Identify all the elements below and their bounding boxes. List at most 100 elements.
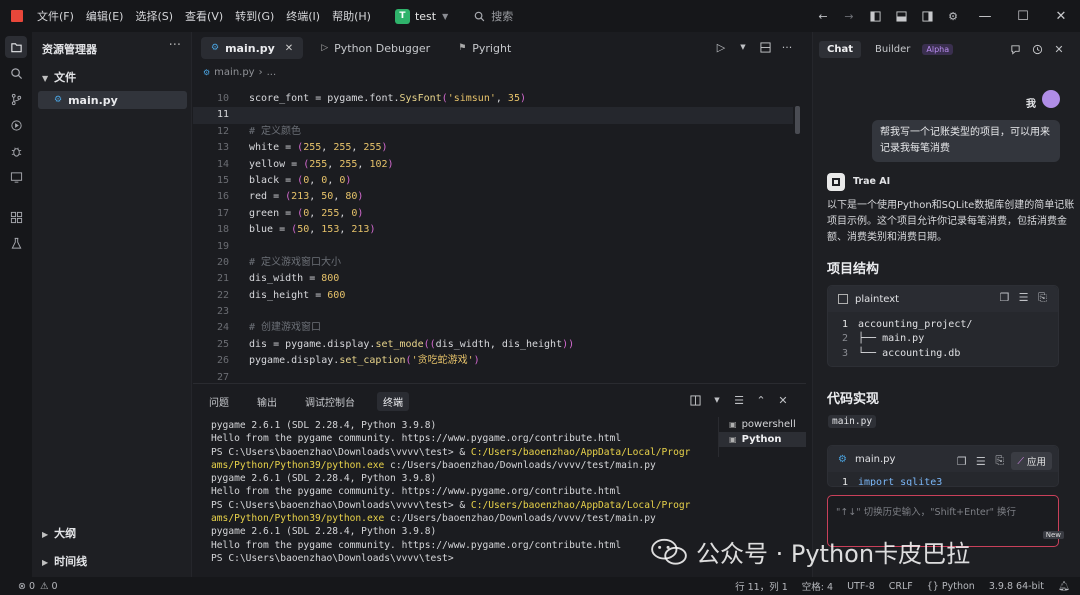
bug-icon[interactable] bbox=[5, 140, 27, 162]
files-section-header[interactable]: ▼ 文件 bbox=[42, 69, 76, 85]
editor-tab[interactable]: ▷ Python Debugger bbox=[311, 37, 440, 59]
code-line[interactable]: 11 bbox=[193, 107, 793, 124]
terminal-output[interactable]: pygame 2.6.1 (SDL 2.28.4, Python 3.9.8) H… bbox=[211, 419, 721, 574]
problems-indicator[interactable]: ⊗ 0 ⚠ 0 bbox=[18, 581, 58, 592]
more-icon[interactable]: ··· bbox=[781, 41, 793, 54]
timeline-section-header[interactable]: ▶ 时间线 bbox=[42, 553, 87, 569]
panel-tab[interactable]: 问题 bbox=[203, 392, 235, 411]
close-icon[interactable]: ✕ bbox=[285, 43, 293, 54]
more-icon[interactable]: ··· bbox=[169, 38, 181, 53]
back-arrow-icon[interactable]: ← bbox=[817, 10, 829, 23]
outline-section-header[interactable]: ▶ 大纲 bbox=[42, 525, 76, 541]
cursor-position[interactable]: 行 11，列 1 bbox=[735, 579, 788, 593]
settings-gear-icon[interactable]: ⚙ bbox=[947, 10, 959, 23]
maximize-panel-icon[interactable]: ⌃ bbox=[755, 394, 767, 407]
editor-scrollbar[interactable] bbox=[795, 106, 800, 134]
menu-item[interactable]: 选择(S) bbox=[135, 8, 173, 24]
editor-tab[interactable]: ⚑ Pyright bbox=[448, 37, 521, 59]
code-line[interactable]: 21 dis_width = 800 bbox=[193, 271, 793, 287]
flask-icon[interactable] bbox=[5, 232, 27, 254]
toggle-sidebar-icon[interactable] bbox=[869, 10, 881, 22]
maximize-button[interactable]: ☐ bbox=[1004, 9, 1042, 24]
terminal-instance-label: powershell bbox=[741, 419, 796, 430]
insert-icon[interactable]: ☰ bbox=[975, 455, 986, 468]
run-debug-icon[interactable] bbox=[5, 114, 27, 136]
code-line[interactable]: 26 pygame.display.set_caption('贪吃蛇游戏') bbox=[193, 353, 793, 369]
code-line[interactable]: 19 bbox=[193, 239, 793, 255]
bell-icon[interactable]: 🔔︎ bbox=[1058, 581, 1070, 592]
breadcrumb-symbol[interactable]: ... bbox=[267, 67, 277, 78]
new-file-icon[interactable]: ⎘ bbox=[1037, 291, 1048, 304]
minimize-button[interactable]: — bbox=[966, 9, 1004, 24]
indentation[interactable]: 空格: 4 bbox=[802, 579, 833, 593]
split-editor-icon[interactable] bbox=[759, 41, 771, 53]
editor-tab[interactable]: ⚙ main.py ✕ bbox=[201, 37, 304, 59]
close-window-button[interactable]: ✕ bbox=[1042, 9, 1080, 24]
chevron-down-icon[interactable]: ▼ bbox=[711, 394, 723, 406]
chat-tab[interactable]: Builder bbox=[867, 41, 918, 58]
panel-tab[interactable]: 调试控制台 bbox=[299, 392, 361, 411]
code-card-body[interactable]: 1 accounting_project/2 ├── main.py 3 └── acc… bbox=[828, 312, 1058, 361]
code-line[interactable]: 13 white = (255, 255, 255) bbox=[193, 140, 793, 156]
chat-tab[interactable]: Chat bbox=[819, 41, 861, 58]
code-line[interactable]: 10 score_font = pygame.font.SysFont('sims… bbox=[193, 91, 793, 107]
line-number: 14 bbox=[216, 158, 229, 170]
project-switcher[interactable]: T test ▼ bbox=[394, 8, 448, 24]
apply-button[interactable]: ⟋ 应用 bbox=[1011, 452, 1052, 470]
code-line[interactable]: 12 # 定义颜色 bbox=[193, 124, 793, 140]
encoding[interactable]: UTF-8 bbox=[847, 581, 875, 592]
source-control-icon[interactable] bbox=[5, 88, 27, 110]
search-box[interactable]: 搜索 bbox=[474, 8, 513, 24]
code-line[interactable]: 27 bbox=[193, 370, 793, 381]
toggle-panel-icon[interactable] bbox=[895, 10, 907, 22]
code-line[interactable]: 17 green = (0, 255, 0) bbox=[193, 206, 793, 222]
file-chip[interactable]: main.py bbox=[828, 415, 877, 428]
new-chat-icon[interactable] bbox=[1009, 43, 1021, 55]
panel-tab[interactable]: 输出 bbox=[251, 392, 283, 411]
forward-arrow-icon[interactable]: → bbox=[843, 10, 855, 23]
explorer-icon[interactable] bbox=[5, 36, 27, 58]
terminal-instance[interactable]: ▣ Python bbox=[719, 432, 806, 447]
copy-icon[interactable]: ❐ bbox=[999, 291, 1010, 304]
code-line[interactable]: 15 black = (0, 0, 0) bbox=[193, 173, 793, 189]
menu-item[interactable]: 转到(G) bbox=[235, 8, 274, 24]
code-line[interactable]: 16 red = (213, 50, 80) bbox=[193, 189, 793, 205]
close-icon[interactable]: ✕ bbox=[1053, 43, 1065, 56]
language-mode[interactable]: {} Python bbox=[927, 581, 975, 592]
code-line[interactable]: 25 dis = pygame.display.set_mode((dis_wid… bbox=[193, 337, 793, 353]
python-interpreter[interactable]: 3.9.8 64-bit bbox=[989, 581, 1044, 592]
split-terminal-icon[interactable] bbox=[689, 394, 701, 406]
history-icon[interactable] bbox=[1031, 43, 1043, 55]
code-line[interactable]: 20 # 定义游戏窗口大小 bbox=[193, 255, 793, 271]
menu-item[interactable]: 编辑(E) bbox=[86, 8, 124, 24]
code-line[interactable]: 18 blue = (50, 153, 213) bbox=[193, 222, 793, 238]
run-icon[interactable]: ▷ bbox=[715, 41, 727, 54]
menu-item[interactable]: 文件(F) bbox=[37, 8, 74, 24]
line-ending[interactable]: CRLF bbox=[889, 581, 913, 592]
file-item-main-py[interactable]: ⚙ main.py bbox=[38, 91, 187, 109]
code-line[interactable]: 22 dis_height = 600 bbox=[193, 288, 793, 304]
search-icon[interactable] bbox=[5, 62, 27, 84]
terminal-instance[interactable]: ▣ powershell bbox=[719, 417, 806, 432]
code-card-body[interactable]: 1 import sqlite3 bbox=[828, 472, 1058, 486]
new-file-icon[interactable]: ⎘ bbox=[994, 454, 1005, 467]
copy-icon[interactable]: ❐ bbox=[956, 455, 967, 468]
menu-item[interactable]: 查看(V) bbox=[185, 8, 223, 24]
code-line[interactable]: 14 yellow = (255, 255, 102) bbox=[193, 157, 793, 173]
line-source: dis = pygame.display.set_mode((dis_width… bbox=[249, 338, 575, 350]
breadcrumb-file[interactable]: main.py bbox=[214, 67, 254, 78]
clear-list-icon[interactable]: ☰ bbox=[733, 394, 745, 407]
close-panel-icon[interactable]: ✕ bbox=[777, 394, 789, 407]
insert-icon[interactable]: ☰ bbox=[1018, 291, 1029, 304]
code-line[interactable]: 23 bbox=[193, 304, 793, 320]
menu-item[interactable]: 帮助(H) bbox=[332, 8, 371, 24]
panel-tab[interactable]: 终端 bbox=[377, 392, 409, 411]
code-line[interactable]: 24 # 创建游戏窗口 bbox=[193, 320, 793, 336]
toggle-right-panel-icon[interactable] bbox=[921, 10, 933, 22]
chevron-down-icon[interactable]: ▼ bbox=[737, 41, 749, 53]
code-view[interactable]: 10 score_font = pygame.font.SysFont('sims… bbox=[193, 91, 793, 381]
extensions-icon[interactable] bbox=[5, 206, 27, 228]
line-number: 25 bbox=[216, 338, 229, 350]
menu-item[interactable]: 终端(I) bbox=[286, 8, 320, 24]
remote-monitor-icon[interactable] bbox=[5, 166, 27, 188]
